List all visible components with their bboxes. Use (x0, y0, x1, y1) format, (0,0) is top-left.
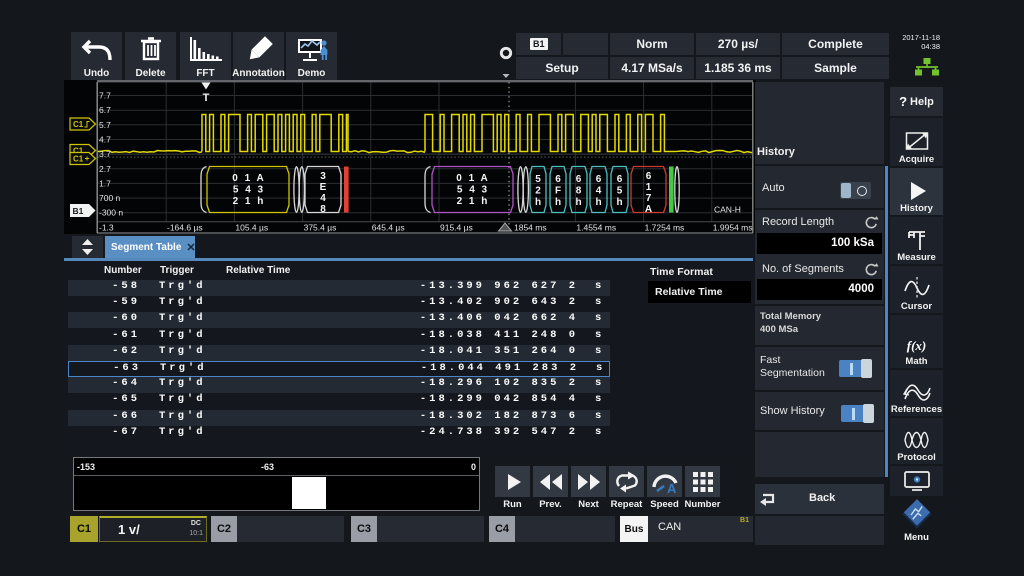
svg-text:700 n: 700 n (99, 193, 121, 203)
svg-text:h: h (616, 197, 622, 208)
svg-text:6: 6 (617, 174, 623, 185)
svg-text:h: h (555, 197, 561, 208)
svg-text:6: 6 (576, 174, 582, 185)
svg-text:1: 1 (646, 182, 652, 193)
svg-text:h: h (595, 197, 601, 208)
svg-text:3: 3 (320, 171, 326, 182)
svg-text:0 1 A: 0 1 A (456, 173, 490, 184)
svg-text:T: T (203, 92, 210, 104)
svg-text:1.7: 1.7 (99, 178, 111, 188)
svg-text:1.9954 ms: 1.9954 ms (713, 223, 753, 233)
svg-text:A: A (645, 204, 652, 215)
svg-text:7: 7 (646, 193, 652, 204)
svg-text:8: 8 (576, 186, 582, 197)
svg-text:8: 8 (320, 204, 326, 215)
svg-text:-164.6 µs: -164.6 µs (167, 223, 203, 233)
svg-text:5.7: 5.7 (99, 120, 111, 130)
svg-text:4: 4 (596, 186, 602, 197)
svg-text:5: 5 (535, 174, 541, 185)
svg-text:C1: C1 (73, 120, 84, 129)
svg-text:h: h (535, 197, 541, 208)
svg-text:0 1 A: 0 1 A (232, 173, 266, 184)
svg-text:3.7: 3.7 (99, 149, 111, 159)
svg-text:6: 6 (555, 174, 561, 185)
svg-text:-300 n: -300 n (99, 208, 123, 218)
svg-text:h: h (575, 197, 581, 208)
svg-text:1.4554 ms: 1.4554 ms (576, 223, 616, 233)
svg-text:645.4 µs: 645.4 µs (372, 223, 405, 233)
svg-text:5 4 3: 5 4 3 (457, 185, 489, 196)
svg-text:F: F (555, 186, 561, 197)
svg-text:B1: B1 (73, 206, 84, 216)
svg-text:2 1 h: 2 1 h (457, 196, 490, 207)
svg-text:4.7: 4.7 (99, 135, 111, 145)
svg-text:1.7254 ms: 1.7254 ms (645, 223, 685, 233)
svg-text:-1.3: -1.3 (99, 223, 114, 233)
svg-text:A: A (667, 481, 677, 495)
svg-text:2 1 h: 2 1 h (233, 196, 266, 207)
svg-text:5 4 3: 5 4 3 (233, 185, 265, 196)
svg-text:C1: C1 (73, 155, 84, 164)
svg-text:CAN-H: CAN-H (714, 205, 741, 215)
svg-text:2: 2 (535, 186, 541, 197)
svg-text:105.4 µs: 105.4 µs (235, 223, 268, 233)
svg-text:7.7: 7.7 (99, 91, 111, 101)
svg-text:375.4 µs: 375.4 µs (304, 223, 337, 233)
svg-text:2.7: 2.7 (99, 164, 111, 174)
svg-text:1854 ms: 1854 ms (514, 223, 547, 233)
svg-text:6.7: 6.7 (99, 105, 111, 115)
svg-text:5: 5 (617, 186, 623, 197)
svg-text:915.4 µs: 915.4 µs (440, 223, 473, 233)
svg-text:E: E (320, 182, 327, 193)
svg-text:4: 4 (320, 193, 326, 204)
svg-text:6: 6 (596, 174, 602, 185)
svg-text:6: 6 (646, 171, 652, 182)
